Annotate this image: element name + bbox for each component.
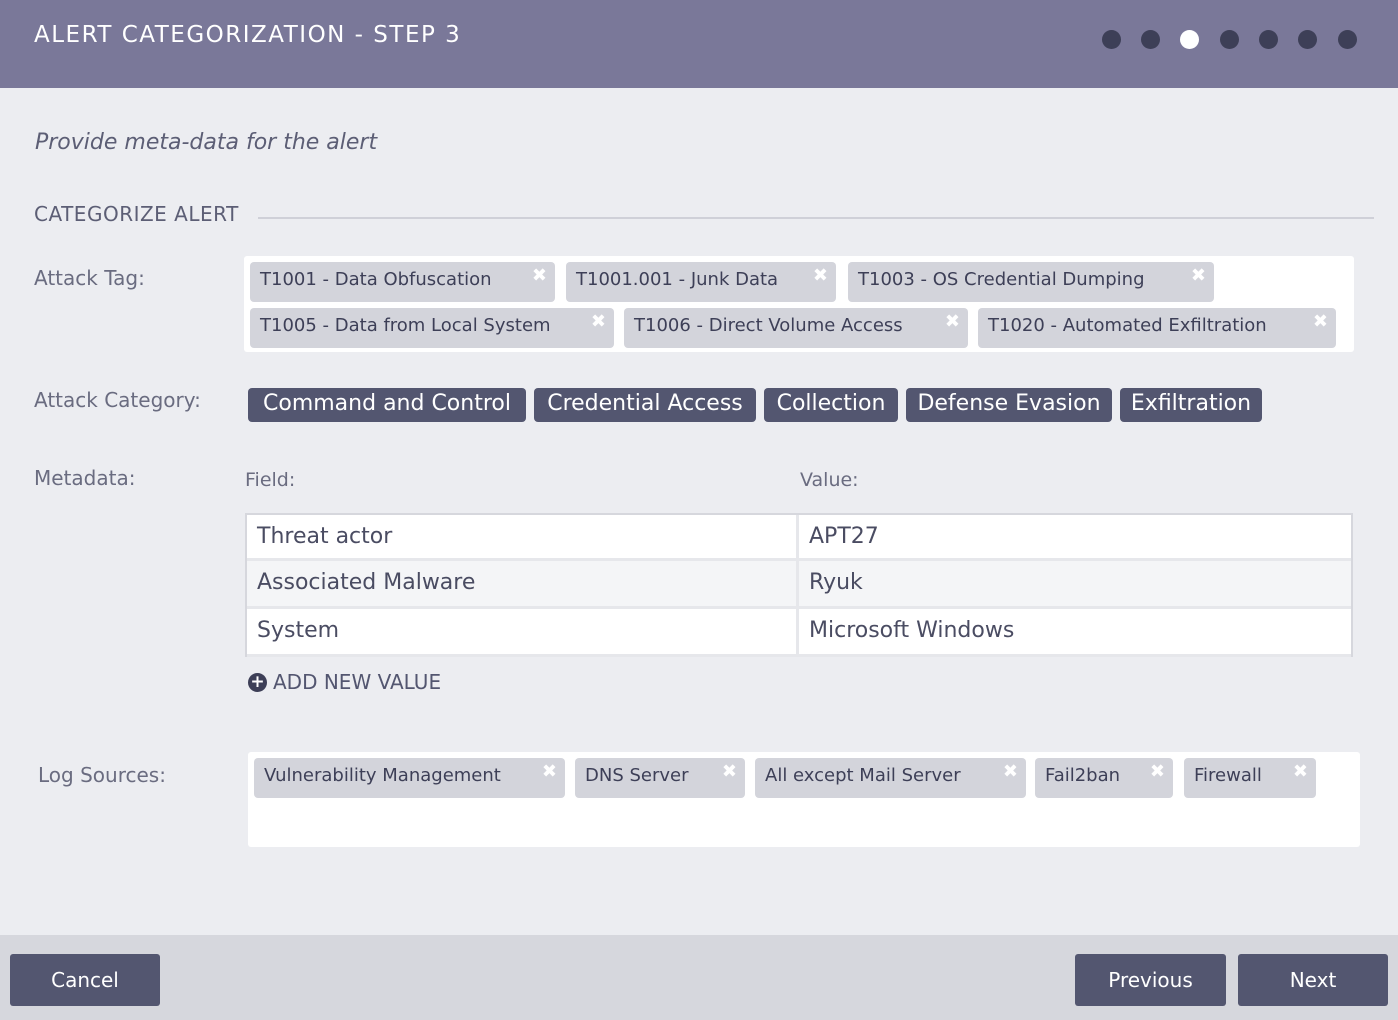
page-subtitle: Provide meta-data for the alert [35, 130, 377, 155]
remove-tag-icon[interactable]: ✖ [591, 308, 606, 340]
field-column-header: Field: [245, 469, 295, 491]
step-indicator-6 [1298, 30, 1317, 49]
wizard-title: ALERT CATEGORIZATION - STEP 3 [34, 22, 461, 48]
tag-label: T1001 - Data Obfuscation [260, 269, 492, 290]
category-pill[interactable]: Exfiltration [1120, 388, 1262, 422]
log-source-chip: DNS Server ✖ [575, 758, 745, 798]
tag-label: Fail2ban [1045, 765, 1120, 786]
table-row: System Microsoft Windows [247, 609, 1351, 657]
log-source-chip: Vulnerability Management ✖ [254, 758, 565, 798]
attack-tag-chip: T1020 - Automated Exfiltration ✖ [978, 308, 1336, 348]
remove-tag-icon[interactable]: ✖ [1313, 308, 1328, 340]
remove-tag-icon[interactable]: ✖ [532, 262, 547, 294]
step-indicator-4 [1220, 30, 1239, 49]
category-pill[interactable]: Command and Control [248, 388, 526, 422]
category-pill[interactable]: Credential Access [534, 388, 756, 422]
log-source-chip: All except Mail Server ✖ [755, 758, 1026, 798]
value-cell[interactable]: Microsoft Windows [799, 609, 1024, 654]
tag-label: T1020 - Automated Exfiltration [988, 315, 1267, 336]
step-indicator-1 [1102, 30, 1121, 49]
metadata-label: Metadata: [34, 466, 135, 490]
remove-tag-icon[interactable]: ✖ [1191, 262, 1206, 294]
attack-tag-chip: T1005 - Data from Local System ✖ [250, 308, 614, 348]
remove-tag-icon[interactable]: ✖ [1150, 758, 1165, 790]
attack-tag-chip: T1003 - OS Credential Dumping ✖ [848, 262, 1214, 302]
remove-tag-icon[interactable]: ✖ [1293, 758, 1308, 790]
section-divider [258, 217, 1374, 219]
tag-label: Vulnerability Management [264, 765, 501, 786]
step-indicator-7 [1338, 30, 1357, 49]
attack-tag-chip: T1001 - Data Obfuscation ✖ [250, 262, 555, 302]
previous-button[interactable]: Previous [1075, 954, 1226, 1006]
remove-tag-icon[interactable]: ✖ [945, 308, 960, 340]
tag-label: T1005 - Data from Local System [260, 315, 551, 336]
next-button[interactable]: Next [1238, 954, 1388, 1006]
tag-label: T1001.001 - Junk Data [576, 269, 778, 290]
cancel-button[interactable]: Cancel [10, 954, 160, 1006]
attack-tag-chip: T1006 - Direct Volume Access ✖ [624, 308, 968, 348]
field-cell[interactable]: Threat actor [247, 515, 799, 558]
section-title: CATEGORIZE ALERT [34, 202, 239, 226]
table-row: Threat actor APT27 [247, 513, 1351, 561]
log-sources-label: Log Sources: [38, 763, 166, 787]
tag-label: T1003 - OS Credential Dumping [858, 269, 1145, 290]
add-new-value-button[interactable]: + ADD NEW VALUE [248, 670, 441, 694]
log-source-chip: Firewall ✖ [1184, 758, 1316, 798]
remove-tag-icon[interactable]: ✖ [1003, 758, 1018, 790]
wizard-header: ALERT CATEGORIZATION - STEP 3 [0, 0, 1398, 88]
attack-category-label: Attack Category: [34, 388, 201, 412]
category-pill[interactable]: Collection [764, 388, 898, 422]
field-cell[interactable]: System [247, 609, 799, 654]
remove-tag-icon[interactable]: ✖ [542, 758, 557, 790]
value-column-header: Value: [800, 469, 859, 491]
tag-label: DNS Server [585, 765, 689, 786]
tag-label: T1006 - Direct Volume Access [634, 315, 903, 336]
remove-tag-icon[interactable]: ✖ [813, 262, 828, 294]
attack-tag-label: Attack Tag: [34, 266, 145, 290]
table-row: Associated Malware Ryuk [247, 561, 1351, 609]
plus-circle-icon: + [248, 673, 267, 692]
attack-tag-chip: T1001.001 - Junk Data ✖ [566, 262, 836, 302]
category-pill[interactable]: Defense Evasion [906, 388, 1112, 422]
value-cell[interactable]: APT27 [799, 515, 889, 558]
metadata-table: Threat actor APT27 Associated Malware Ry… [245, 513, 1353, 657]
value-cell[interactable]: Ryuk [799, 561, 873, 606]
field-cell[interactable]: Associated Malware [247, 561, 799, 606]
log-source-chip: Fail2ban ✖ [1035, 758, 1173, 798]
step-indicator-2 [1141, 30, 1160, 49]
tag-label: Firewall [1194, 765, 1262, 786]
step-indicator-3-active [1180, 30, 1199, 49]
remove-tag-icon[interactable]: ✖ [722, 758, 737, 790]
add-new-value-label: ADD NEW VALUE [273, 670, 441, 694]
tag-label: All except Mail Server [765, 765, 961, 786]
step-indicator-5 [1259, 30, 1278, 49]
